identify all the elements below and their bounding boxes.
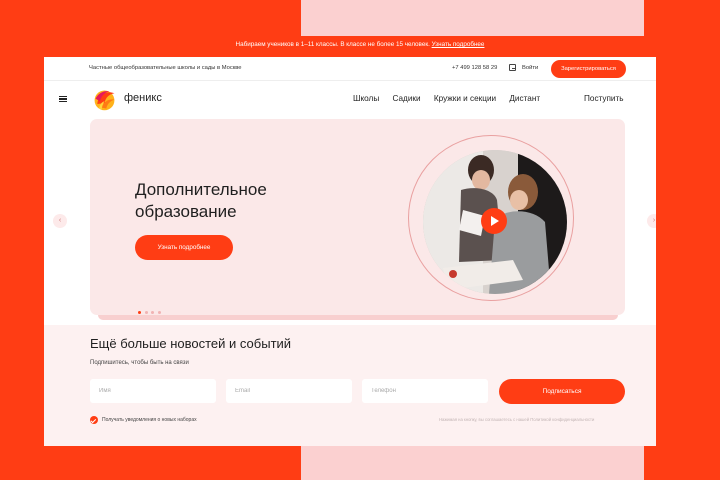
apply-link[interactable]: Поступить: [584, 94, 624, 103]
subscribe-button[interactable]: Подписаться: [499, 379, 625, 404]
main-nav: феникс Школы Садики Кружки и секции Дист…: [44, 82, 656, 118]
slider-dot[interactable]: [157, 311, 161, 314]
nav-menu: Школы Садики Кружки и секции Дистант: [353, 94, 551, 103]
newsletter-subheading: Подпишитесь, чтобы быть на связи: [90, 360, 189, 366]
hero-slider: Дополнительное образование Узнать подроб…: [90, 119, 625, 315]
phoenix-logo-icon[interactable]: [91, 86, 118, 113]
announcement-bar: Набираем учеников в 1–11 классы. В класс…: [0, 37, 720, 53]
consent-label: Получать уведомления о новых наборах: [102, 417, 197, 423]
slider-dot[interactable]: [151, 311, 154, 314]
register-button[interactable]: Зарегистрироваться: [551, 60, 626, 78]
nav-item-schools[interactable]: Школы: [353, 94, 379, 103]
announcement-text: Набираем учеников в 1–11 классы. В класс…: [235, 41, 430, 48]
menu-icon[interactable]: [59, 96, 67, 103]
top-bar: Частные общеобразовательные школы и сады…: [44, 57, 656, 81]
prev-slide-button[interactable]: ‹: [53, 214, 67, 228]
website-page: Частные общеобразовательные школы и сады…: [44, 57, 656, 446]
slider-dots: [138, 301, 164, 319]
nav-item-distance[interactable]: Дистант: [509, 94, 540, 103]
phone-number[interactable]: +7 499 128 58 29: [452, 65, 497, 71]
background-block: [301, 446, 644, 480]
slider-dot[interactable]: [138, 311, 141, 314]
login-icon[interactable]: [509, 64, 516, 71]
logo-text[interactable]: феникс: [124, 92, 162, 104]
tagline: Частные общеобразовательные школы и сады…: [89, 65, 242, 71]
nav-item-kindergartens[interactable]: Садики: [393, 94, 421, 103]
background-block: [301, 0, 644, 36]
newsletter-section: Ещё больше новостей и событий Подпишитес…: [44, 325, 656, 446]
learn-more-button[interactable]: Узнать подробнее: [135, 235, 233, 260]
announcement-link[interactable]: Узнать подробнее: [432, 41, 485, 48]
privacy-note: Нажимая на кнопку, вы соглашаетесь с наш…: [439, 417, 595, 422]
consent-checkbox[interactable]: [90, 416, 98, 424]
slider-dot[interactable]: [144, 311, 148, 314]
newsletter-heading: Ещё больше новостей и событий: [90, 336, 292, 351]
next-slide-button[interactable]: ›: [647, 214, 656, 228]
hero-title: Дополнительное образование: [135, 180, 267, 221]
email-input[interactable]: [226, 379, 352, 403]
phone-input[interactable]: [362, 379, 488, 403]
login-link[interactable]: Войти: [522, 65, 538, 71]
play-video-icon[interactable]: [481, 208, 507, 234]
nav-item-clubs[interactable]: Кружки и секции: [434, 94, 496, 103]
name-input[interactable]: [90, 379, 216, 403]
